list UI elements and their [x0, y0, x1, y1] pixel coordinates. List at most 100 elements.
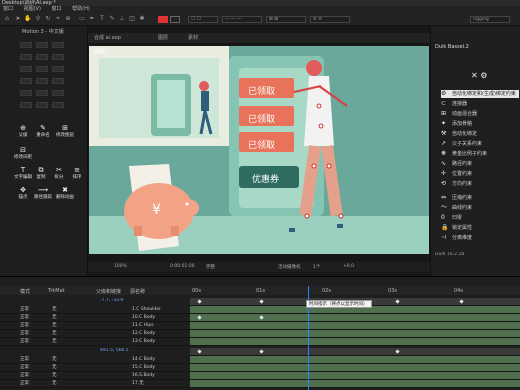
- offset-value[interactable]: +0.0: [343, 264, 354, 269]
- layer-row[interactable]: 正常 无 12.C Body: [0, 330, 190, 338]
- track-row[interactable]: [190, 356, 520, 364]
- spacing-button[interactable]: ⊟ 修改间距: [14, 146, 32, 160]
- time-mark-0: 00s: [192, 288, 201, 294]
- menu-item-view[interactable]: 视图(V): [24, 6, 41, 13]
- duik-item-squash[interactable]: ⇔ 压缩约束: [441, 194, 519, 202]
- delete-anim-button[interactable]: ✖ 删除动画: [56, 186, 74, 200]
- duik-item-mixer[interactable]: ⊞ 动画混合器: [441, 110, 519, 118]
- duik-item-curve[interactable]: 〜曲线约束: [441, 204, 519, 212]
- layer-row[interactable]: 正常 无 13.C Body: [0, 338, 190, 346]
- home-icon[interactable]: ⌂: [3, 15, 11, 23]
- camera-select[interactable]: 活动摄像机: [278, 264, 301, 270]
- rotate-tool-icon[interactable]: ↻: [44, 15, 52, 23]
- timecode[interactable]: 0:00:01:00: [170, 264, 195, 269]
- time-mark-3: 03s: [388, 288, 397, 294]
- track-row[interactable]: [190, 380, 520, 388]
- duik-logo-icon: ✕ ⚙: [471, 71, 488, 80]
- stroke-swatch[interactable]: [170, 16, 180, 23]
- time-mark-2: 02s: [322, 288, 331, 294]
- snap-options[interactable]: ⊞ ⊞: [266, 16, 306, 23]
- yen-symbol: ¥: [152, 202, 161, 218]
- layer-row[interactable]: 正常 无 15.C Body: [0, 364, 190, 372]
- layer-row[interactable]: 正常 无 10.C Body: [0, 314, 190, 322]
- coupon-label: 优惠券: [252, 175, 280, 185]
- duik-item-split[interactable]: ⊣ 分离维度: [441, 234, 519, 242]
- duik-item-path[interactable]: ∿ 路径约束: [441, 160, 519, 168]
- grid-row[interactable]: [20, 66, 68, 74]
- track-row[interactable]: [190, 330, 520, 338]
- menu-item-help[interactable]: 帮助(H): [72, 6, 90, 13]
- menu-item-window-2[interactable]: 窗口: [52, 6, 62, 13]
- grid-row[interactable]: [20, 78, 68, 86]
- brush-tool-icon[interactable]: ✎: [108, 15, 116, 23]
- text-tool-icon[interactable]: T: [98, 15, 106, 23]
- layer-row[interactable]: 正常 无 17.无: [0, 380, 190, 388]
- col-parent: 父级和链接: [96, 289, 122, 295]
- claimed-label-3: 已领取: [248, 141, 276, 151]
- duik-item-bones[interactable]: ✦ 添加骨骼: [441, 120, 519, 128]
- grid-row[interactable]: [20, 90, 68, 98]
- composition-canvas[interactable]: (图版) 已领取 已领取 已领取 优惠券 ¥: [89, 46, 429, 254]
- parent-button[interactable]: ⊕ 父级: [14, 124, 32, 138]
- eraser-tool-icon[interactable]: ◫: [128, 15, 136, 23]
- duik-item-autorig[interactable]: ⚙ 自动化绑定和(生成)绑定约束: [441, 90, 519, 98]
- duik-item-autorig-2[interactable]: ⚒ 自动化绑定: [441, 130, 519, 138]
- duik-item-position[interactable]: ✛ 位置约束: [441, 170, 519, 178]
- zoom-tool-icon[interactable]: ⚲: [34, 15, 42, 23]
- grid-row[interactable]: [20, 102, 68, 110]
- layer-row[interactable]: 正常 无 14.C Body: [0, 356, 190, 364]
- duik-item-lock[interactable]: 🔒 锁定属性: [441, 224, 519, 232]
- panel-title: Motion 3 - 中文版: [22, 29, 64, 35]
- layer-row[interactable]: 正常 无 11.C Hips: [0, 322, 190, 330]
- split-button[interactable]: ✂ 拆分: [50, 166, 68, 180]
- duik-item-golden[interactable]: ❋ 黄金比例子约束: [441, 150, 519, 158]
- duik-item-zero[interactable]: 0 归零: [441, 214, 519, 222]
- align-options[interactable]: ≡ ≡: [310, 16, 350, 23]
- motion-panel: Motion 3 - 中文版 ⊕ 父级 ✎ 重命名 ⊞ 修改图层 ⊟ 修改间距 T 文字编…: [0, 26, 88, 276]
- rect-tool-icon[interactable]: ▭: [78, 15, 86, 23]
- track-row[interactable]: [190, 364, 520, 372]
- duik-item-orientation[interactable]: ⟲ 方向约束: [441, 180, 519, 188]
- fill-options[interactable]: ☐ ☐: [188, 16, 218, 23]
- grid-row[interactable]: [20, 54, 68, 62]
- sort-button[interactable]: ≡ 排序: [68, 166, 86, 180]
- select-tool-icon[interactable]: ➤: [14, 15, 22, 23]
- tab-footage[interactable]: 素材: [188, 34, 198, 41]
- rename-button[interactable]: ✎ 重命名: [34, 124, 52, 138]
- grid-row[interactable]: [20, 42, 68, 50]
- hand-tool-icon[interactable]: ✋: [24, 15, 32, 23]
- track-row[interactable]: [190, 322, 520, 330]
- views-select[interactable]: 1个: [313, 264, 320, 270]
- value-field-b[interactable]: 491.5, 566.5: [100, 348, 129, 353]
- copy-button[interactable]: ⧉ 复制: [32, 166, 50, 180]
- duik-title: Duik Bassel.2: [435, 44, 469, 50]
- camera-tool-icon[interactable]: ⌖: [54, 15, 62, 23]
- quality-select[interactable]: 完整: [206, 264, 215, 270]
- layer-row[interactable]: 正常 无 1.C Shoulder: [0, 306, 190, 314]
- tab-composition[interactable]: 合成 ai.aep: [94, 34, 121, 41]
- layer-row[interactable]: 正常 无 16.S.Body: [0, 372, 190, 380]
- pen-tool-icon[interactable]: ✒: [88, 15, 96, 23]
- color-swatch[interactable]: [158, 16, 168, 23]
- pan-tool-icon[interactable]: ⊕: [64, 15, 72, 23]
- value-field-a[interactable]: -7.7, -33.9: [100, 298, 123, 303]
- track-row[interactable]: [190, 338, 520, 346]
- track-row[interactable]: [190, 372, 520, 380]
- duik-item-parent[interactable]: ↗ 父子关系约束: [441, 140, 519, 148]
- text-edit-button[interactable]: T 文字编辑: [14, 166, 32, 180]
- tooltip: 时间指示（将点以显示时间）: [306, 300, 372, 308]
- track-row[interactable]: [190, 314, 520, 322]
- duik-item-connector[interactable]: ⊂ 连接器: [441, 100, 519, 108]
- track-row[interactable]: [190, 348, 520, 356]
- path-track-button[interactable]: ⟿ 路径跟踪: [34, 186, 52, 200]
- search-input[interactable]: rigging: [470, 16, 510, 23]
- stroke-options[interactable]: ― ― ―: [222, 16, 262, 23]
- stamp-tool-icon[interactable]: ⊥: [118, 15, 126, 23]
- menu-item-window[interactable]: 窗口: [3, 6, 13, 13]
- anchor-button[interactable]: ✥ 锚点: [14, 186, 32, 200]
- timeline-header: 模式 TrkMat 父级和链接 源名称 00s 01s 02s 03s 04s: [0, 286, 520, 295]
- zoom-select[interactable]: 100%: [114, 264, 127, 269]
- tab-layer[interactable]: 图层: [158, 34, 168, 41]
- modify-layer-button[interactable]: ⊞ 修改图层: [56, 124, 74, 138]
- puppet-tool-icon[interactable]: ✱: [138, 15, 146, 23]
